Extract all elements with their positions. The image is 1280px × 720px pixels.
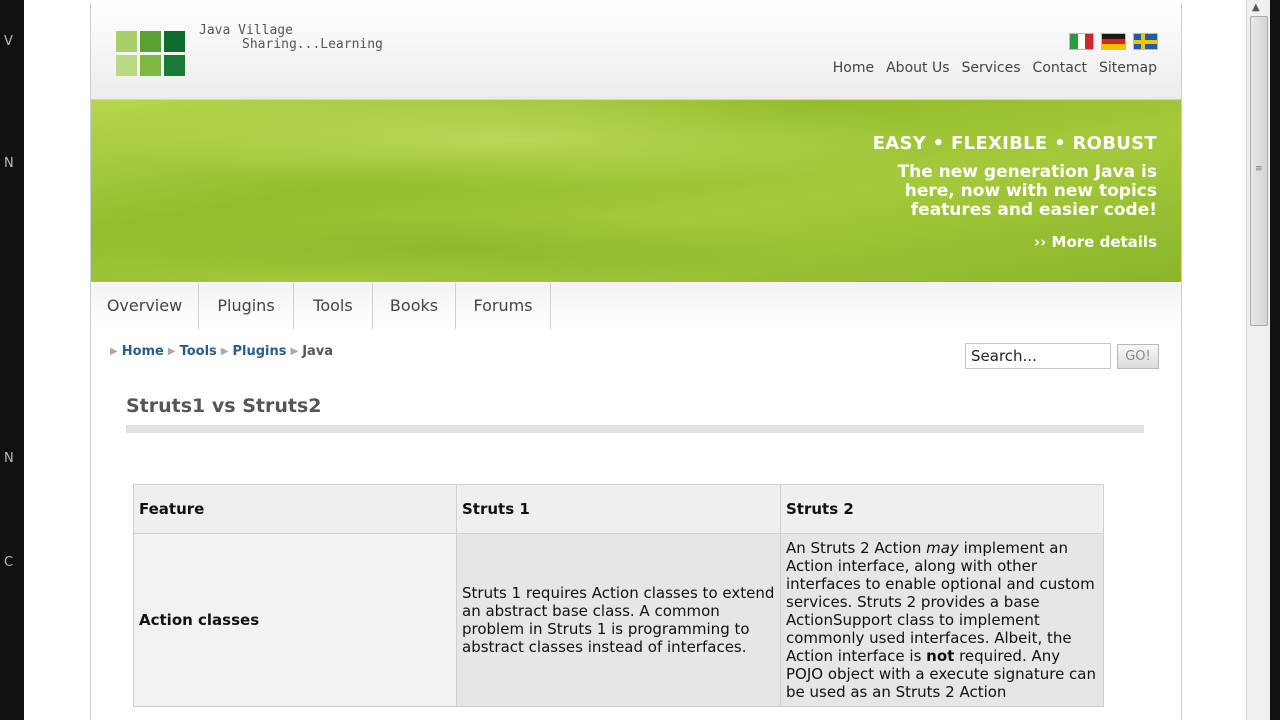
logo-square xyxy=(164,31,185,52)
column-header-struts1: Struts 1 xyxy=(456,484,781,534)
comparison-table: Feature Struts 1 Struts 2 Action classes… xyxy=(133,484,1104,707)
banner-desc-line: features and easier code! xyxy=(910,200,1157,220)
column-header-struts2: Struts 2 xyxy=(780,484,1104,534)
breadcrumb-arrow-icon: ▶ xyxy=(167,346,176,357)
vertical-scrollbar[interactable]: ▲ ≡ xyxy=(1246,0,1271,720)
tab-plugins[interactable]: Plugins xyxy=(199,283,294,329)
search-input[interactable] xyxy=(965,343,1111,369)
language-flags xyxy=(1069,33,1158,50)
desktop-backdrop: V N N C xyxy=(0,0,24,720)
tab-overview[interactable]: Overview xyxy=(91,283,199,329)
breadcrumb-arrow-icon: ▶ xyxy=(220,346,229,357)
breadcrumb-plugins[interactable]: Plugins xyxy=(233,344,287,359)
nav-home-link[interactable]: Home xyxy=(833,60,874,76)
banner-description: The new generation Java is here, now wit… xyxy=(873,163,1157,220)
site-header: Java Village Sharing...Learning Home Abo… xyxy=(91,2,1181,100)
tab-tools[interactable]: Tools xyxy=(294,283,373,329)
backdrop-text-fragment: V xyxy=(4,34,13,49)
backdrop-text-fragment: C xyxy=(4,555,14,570)
site-name: Java Village xyxy=(199,23,293,38)
backdrop-text-fragment: N xyxy=(4,156,14,171)
struts2-cell: An Struts 2 Action may implement an Acti… xyxy=(780,533,1104,707)
browser-viewport: Java Village Sharing...Learning Home Abo… xyxy=(24,0,1270,720)
backdrop-text-fragment: N xyxy=(4,451,14,466)
germany-flag-icon[interactable] xyxy=(1101,33,1126,50)
nav-contact-link[interactable]: Contact xyxy=(1033,60,1087,76)
search-go-button[interactable]: GO! xyxy=(1117,344,1159,369)
breadcrumb-home[interactable]: Home xyxy=(122,344,164,359)
logo-square xyxy=(116,31,137,52)
desktop-edge xyxy=(1270,0,1280,720)
table-header-row: Feature Struts 1 Struts 2 xyxy=(133,484,1104,534)
cell-emphasis: may xyxy=(926,539,959,557)
nav-about-link[interactable]: About Us xyxy=(886,60,949,76)
breadcrumb: ▶ Home ▶ Tools ▶ Plugins ▶ Java xyxy=(109,344,333,359)
tab-books[interactable]: Books xyxy=(373,283,456,329)
scrollbar-thumb[interactable]: ≡ xyxy=(1250,16,1268,326)
banner-slogan: EASY • FLEXIBLE • ROBUST xyxy=(872,133,1157,154)
banner-text: EASY • FLEXIBLE • ROBUST The new generat… xyxy=(873,133,1157,251)
scroll-grip-icon: ≡ xyxy=(1255,164,1263,174)
column-header-feature: Feature xyxy=(133,484,457,534)
nav-services-link[interactable]: Services xyxy=(962,60,1021,76)
more-details-link[interactable]: ›› More details xyxy=(873,233,1157,251)
logo-square xyxy=(140,31,161,52)
nav-sitemap-link[interactable]: Sitemap xyxy=(1099,60,1157,76)
breadcrumb-tools[interactable]: Tools xyxy=(180,344,217,359)
logo-square xyxy=(140,55,161,76)
banner-desc-line: The new generation Java is xyxy=(897,162,1157,182)
breadcrumb-current: Java xyxy=(302,344,334,359)
cell-strong: not xyxy=(926,647,955,665)
hero-banner: EASY • FLEXIBLE • ROBUST The new generat… xyxy=(91,100,1181,282)
top-navigation: Home About Us Services Contact Sitemap xyxy=(833,60,1157,76)
scroll-up-arrow-icon[interactable]: ▲ xyxy=(1252,2,1260,13)
logo-square xyxy=(116,55,137,76)
logo-square xyxy=(164,55,185,76)
tab-forums[interactable]: Forums xyxy=(456,283,551,329)
site-tagline: Sharing...Learning xyxy=(242,37,383,52)
main-menu: Overview Plugins Tools Books Forums xyxy=(91,283,1181,329)
title-divider xyxy=(126,425,1144,433)
struts1-cell: Struts 1 requires Action classes to exte… xyxy=(456,533,781,707)
breadcrumb-arrow-icon: ▶ xyxy=(290,346,299,357)
site-logo[interactable] xyxy=(116,31,188,77)
page-title: Struts1 vs Struts2 xyxy=(126,395,322,417)
feature-cell: Action classes xyxy=(133,533,457,707)
web-page: Java Village Sharing...Learning Home Abo… xyxy=(90,2,1182,720)
cell-text: An Struts 2 Action xyxy=(786,539,927,557)
italy-flag-icon[interactable] xyxy=(1069,33,1094,50)
table-row: Action classes Struts 1 requires Action … xyxy=(133,533,1104,707)
sweden-flag-icon[interactable] xyxy=(1133,33,1158,50)
breadcrumb-arrow-icon: ▶ xyxy=(110,346,118,357)
banner-desc-line: here, now with new topics xyxy=(904,181,1157,201)
